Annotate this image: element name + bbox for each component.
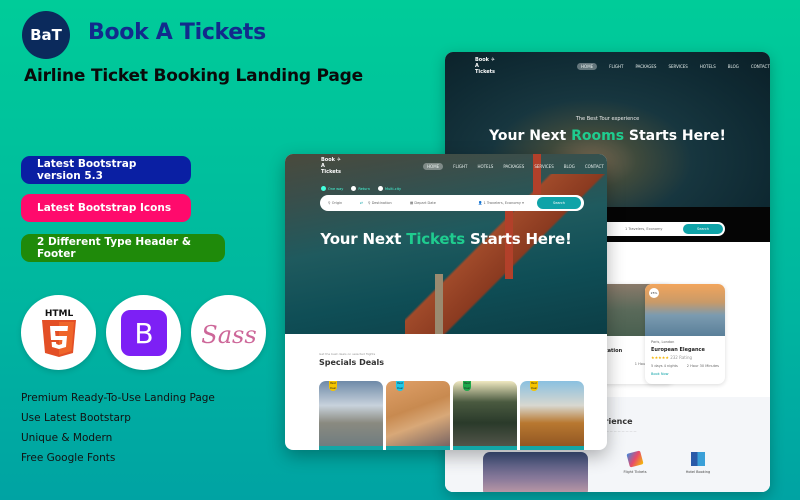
deals-title: Specials Deals: [319, 358, 385, 367]
front-nav-flight[interactable]: FLIGHT: [453, 164, 467, 169]
destination-label: Destination: [371, 201, 392, 205]
tour-card-rating: ★★★★★ 232 Rating: [651, 355, 719, 360]
bridge-tower: [435, 274, 443, 334]
experience-description: — — — — — — — — — — — —: [590, 429, 637, 433]
back-tour-card[interactable]: 25% Paris, London European Elegance ★★★★…: [645, 284, 725, 384]
back-navbar: Book ✈ A Tickets HOME FLIGHT PACKAGES SE…: [475, 57, 770, 75]
origin-label: Origin: [331, 201, 343, 205]
bootstrap-badge: B: [106, 295, 181, 370]
back-title-pre: Your Next: [489, 128, 572, 144]
front-nav-brand: Book ✈ A Tickets: [321, 157, 342, 175]
deal-card[interactable]: Best Deal: [319, 381, 383, 450]
back-nav-hotels[interactable]: HOTELS: [700, 64, 716, 69]
deal-card-footer: [520, 446, 584, 450]
radio-return[interactable]: Return: [351, 186, 370, 191]
svg-text:Sass: Sass: [201, 321, 256, 349]
best-deal-flag: Best Deal: [530, 381, 538, 391]
back-search-button[interactable]: Search: [683, 224, 723, 234]
front-mockup-screenshot: Book ✈ A Tickets HOME FLIGHT HOTELS PACK…: [285, 154, 607, 450]
back-nav-contact[interactable]: CONTACT: [751, 64, 770, 69]
front-nav-services[interactable]: SERVICES: [534, 164, 553, 169]
hotel-building-icon: [691, 452, 705, 466]
front-title-pre: Your Next: [320, 230, 407, 248]
back-hero-title: Your Next Rooms Starts Here!: [445, 128, 770, 144]
origin-field[interactable]: ⚲ Origin: [328, 201, 342, 205]
logo-text: BaT: [30, 26, 62, 44]
sass-badge: Sass: [191, 295, 266, 370]
back-title-post: Starts Here!: [624, 128, 726, 144]
deal-card[interactable]: Best Deal: [520, 381, 584, 450]
best-deal-flag: Best Deal: [396, 381, 404, 391]
feature-item: Use Latest Bootstarp: [21, 412, 131, 424]
deal-card-footer: [453, 446, 517, 450]
front-search-bar: ⚲ Origin ⇄ ⚲ Destination ▦ Depart Date 👤…: [320, 195, 584, 211]
tour-flight-time: 2 Hour 30 Minutes: [686, 364, 719, 368]
back-nav-brand: Book ✈ A Tickets: [475, 57, 496, 75]
back-hero-tagline: The Best Tour experience: [575, 116, 640, 122]
back-title-accent: Rooms: [571, 128, 625, 144]
front-nav-packages[interactable]: PACKAGES: [503, 164, 524, 169]
tour-card-meta: 5 days 4 nights 2 Hour 30 Minutes: [651, 364, 719, 368]
brand-name: Book A Tickets: [88, 20, 266, 45]
best-deal-flag: Best Deal: [463, 381, 471, 391]
trip-type-radios: One way Return Multi-city: [321, 186, 401, 191]
travelers-label: 1 Travelers, Economy: [483, 201, 521, 205]
service-hotel-booking: Hotel Booking: [668, 452, 728, 474]
depart-date-field[interactable]: ▦ Depart Date: [410, 201, 436, 205]
deal-card-footer: [386, 446, 450, 450]
front-title-accent: Tickets: [406, 230, 466, 248]
star-icons: ★★★★★: [651, 355, 669, 360]
front-nav-home[interactable]: HOME: [423, 162, 444, 170]
service-label: Flight Tickets: [623, 470, 647, 474]
front-nav-hotels[interactable]: HOTELS: [477, 164, 493, 169]
tour-card-location: Paris, London: [651, 340, 675, 344]
deals-tagline: Get the best deals on selected flights: [319, 352, 376, 356]
deal-card[interactable]: Best Deal: [453, 381, 517, 450]
destination-field[interactable]: ⚲ Destination: [368, 201, 392, 205]
back-eiffel-image: [483, 452, 588, 492]
radio-one-way[interactable]: One way: [321, 186, 343, 191]
front-navbar: Book ✈ A Tickets HOME FLIGHT HOTELS PACK…: [321, 157, 604, 175]
depart-label: Depart Date: [414, 201, 436, 205]
tour-card-reviews: 232 Rating: [670, 355, 693, 360]
front-title-post: Starts Here!: [465, 230, 572, 248]
service-flight-tickets: Flight Tickets: [605, 450, 665, 474]
sass-icon: Sass: [201, 321, 256, 349]
travelers-select[interactable]: 👤 1 Travelers, Economy ▾: [478, 201, 524, 205]
book-now-link[interactable]: Book Now: [651, 372, 719, 376]
html5-badge: HTML: [21, 295, 96, 370]
tour-duration: 5 days 4 nights: [651, 364, 678, 368]
flight-ticket-icon: [626, 450, 644, 468]
html5-icon: HTML: [41, 309, 76, 357]
feature-item: Free Google Fonts: [21, 452, 116, 464]
tour-card-name: European Elegance: [651, 347, 705, 353]
back-nav-home[interactable]: HOME: [577, 62, 598, 70]
brand-logo: BaT: [22, 11, 70, 59]
svg-text:B: B: [134, 317, 153, 350]
swap-icon[interactable]: ⇄: [360, 201, 363, 205]
back-nav-flight[interactable]: FLIGHT: [609, 64, 623, 69]
front-search-button[interactable]: Search: [537, 197, 581, 209]
best-deal-flag: Best Deal: [329, 381, 337, 391]
bootstrap-icon: B: [120, 309, 167, 356]
deal-card-footer: [319, 446, 383, 450]
deal-card[interactable]: Best Deal: [386, 381, 450, 450]
feature-item: Premium Ready-To-Use Landing Page: [21, 392, 215, 404]
svg-text:HTML: HTML: [44, 309, 73, 319]
highlight-header-footer: 2 Different Type Header & Footer: [21, 234, 225, 262]
back-nav-packages[interactable]: PACKAGES: [635, 64, 656, 69]
page-subtitle: Airline Ticket Booking Landing Page: [24, 66, 363, 86]
highlight-bootstrap-icons: Latest Bootstrap Icons: [21, 194, 191, 222]
discount-badge: 25%: [649, 288, 659, 298]
front-hero-title: Your Next Tickets Starts Here!: [285, 230, 607, 248]
front-nav-contact[interactable]: CONTACT: [585, 164, 604, 169]
back-travelers-select[interactable]: 1 Travelers, Economy: [625, 227, 663, 231]
feature-item: Unique & Modern: [21, 432, 113, 444]
service-label: Hotel Booking: [685, 470, 711, 474]
back-nav-services[interactable]: SERVICES: [668, 64, 687, 69]
front-nav-blog[interactable]: BLOG: [564, 164, 575, 169]
highlight-bootstrap-version: Latest Bootstrap version 5.3: [21, 156, 191, 184]
back-nav-blog[interactable]: BLOG: [728, 64, 739, 69]
radio-multi-city[interactable]: Multi-city: [377, 186, 401, 191]
